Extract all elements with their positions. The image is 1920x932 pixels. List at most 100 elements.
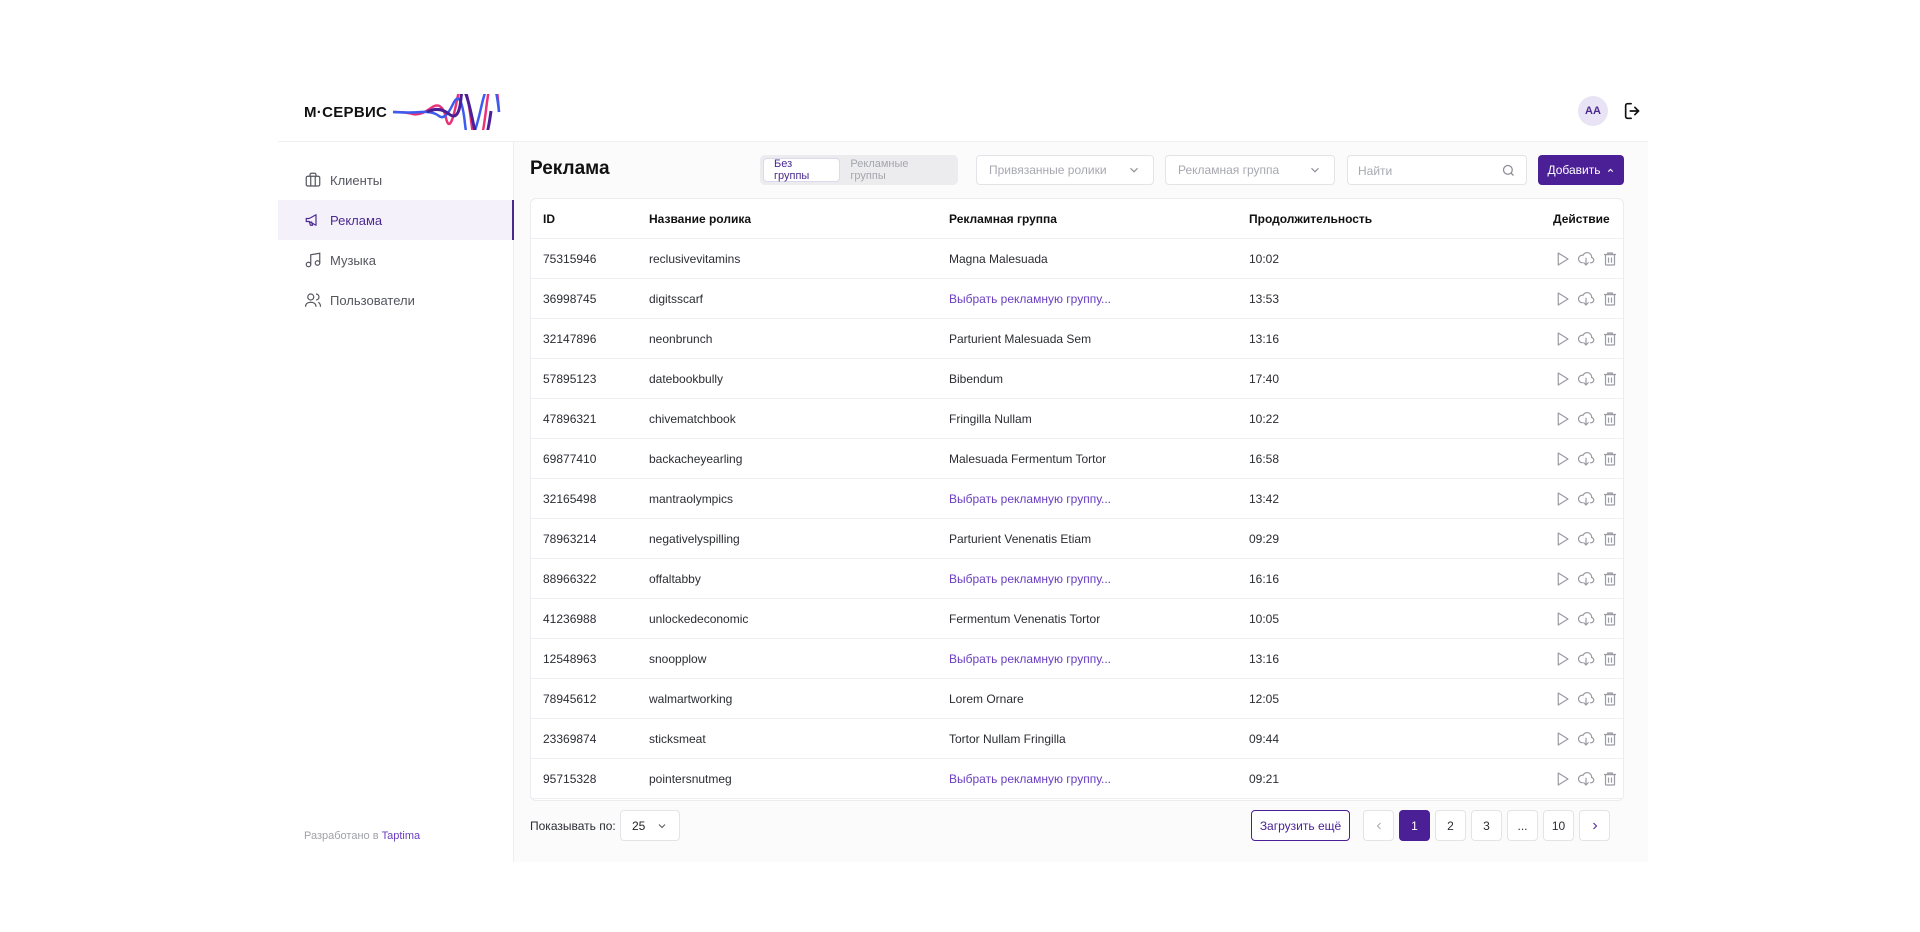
trash-icon[interactable] bbox=[1601, 330, 1619, 348]
cloud-download-icon[interactable] bbox=[1577, 570, 1595, 588]
cell-id: 23369874 bbox=[543, 732, 597, 746]
table-row[interactable]: 23369874 sticksmeat Tortor Nullam Fringill… bbox=[531, 719, 1623, 759]
sidebar-item-users[interactable]: Пользователи bbox=[278, 280, 514, 320]
cloud-download-icon[interactable] bbox=[1577, 290, 1595, 308]
cloud-download-icon[interactable] bbox=[1577, 490, 1595, 508]
page-button-10[interactable]: 10 bbox=[1543, 810, 1574, 841]
cloud-download-icon[interactable] bbox=[1577, 690, 1595, 708]
play-icon[interactable] bbox=[1553, 330, 1571, 348]
play-icon[interactable] bbox=[1553, 410, 1571, 428]
sound-wave-logo-icon bbox=[393, 94, 501, 130]
page-button-1[interactable]: 1 bbox=[1399, 810, 1430, 841]
linked-videos-placeholder: Привязанные ролики bbox=[989, 163, 1107, 177]
page-button-3[interactable]: 3 bbox=[1471, 810, 1502, 841]
play-icon[interactable] bbox=[1553, 570, 1571, 588]
row-actions bbox=[1553, 530, 1619, 548]
table-row[interactable]: 47896321 chivematchbook Fringilla Nullam 10… bbox=[531, 399, 1623, 439]
trash-icon[interactable] bbox=[1601, 610, 1619, 628]
table-row[interactable]: 88966322 offaltabby Выбрать рекламную груп… bbox=[531, 559, 1623, 599]
next-page-button[interactable] bbox=[1579, 810, 1610, 841]
trash-icon[interactable] bbox=[1601, 410, 1619, 428]
per-page-select[interactable]: 25 bbox=[620, 810, 680, 841]
play-icon[interactable] bbox=[1553, 610, 1571, 628]
cloud-download-icon[interactable] bbox=[1577, 610, 1595, 628]
column-header-duration[interactable]: Продолжительность bbox=[1249, 199, 1372, 239]
play-icon[interactable] bbox=[1553, 770, 1571, 788]
cloud-download-icon[interactable] bbox=[1577, 530, 1595, 548]
table-row[interactable]: 32165498 mantraolympics Выбрать рекламную … bbox=[531, 479, 1623, 519]
add-button[interactable]: Добавить bbox=[1538, 155, 1624, 185]
column-header-name[interactable]: Название ролика bbox=[649, 199, 751, 239]
cell-id: 57895123 bbox=[543, 372, 597, 386]
play-icon[interactable] bbox=[1553, 290, 1571, 308]
choose-ad-group-link[interactable]: Выбрать рекламную группу... bbox=[949, 559, 1111, 599]
table-row[interactable]: 69877410 backacheyearling Malesuada Fermen… bbox=[531, 439, 1623, 479]
choose-ad-group-link[interactable]: Выбрать рекламную группу... bbox=[949, 479, 1111, 519]
trash-icon[interactable] bbox=[1601, 770, 1619, 788]
table-row[interactable]: 95715328 pointersnutmeg Выбрать рекламную … bbox=[531, 759, 1623, 799]
cloud-download-icon[interactable] bbox=[1577, 410, 1595, 428]
cloud-download-icon[interactable] bbox=[1577, 370, 1595, 388]
prev-page-button[interactable] bbox=[1363, 810, 1394, 841]
table-row[interactable]: 75315946 reclusivevitamins Magna Malesuada… bbox=[531, 239, 1623, 279]
play-icon[interactable] bbox=[1553, 690, 1571, 708]
trash-icon[interactable] bbox=[1601, 530, 1619, 548]
table-row[interactable]: 12548963 snoopplow Выбрать рекламную групп… bbox=[531, 639, 1623, 679]
cloud-download-icon[interactable] bbox=[1577, 330, 1595, 348]
trash-icon[interactable] bbox=[1601, 250, 1619, 268]
ad-group-placeholder: Рекламная группа bbox=[1178, 163, 1280, 177]
linked-videos-select[interactable]: Привязанные ролики bbox=[976, 155, 1154, 185]
table-row[interactable]: 78963214 negativelyspilling Parturient Ven… bbox=[531, 519, 1623, 559]
table-row[interactable]: 32147896 neonbrunch Parturient Malesuada S… bbox=[531, 319, 1623, 359]
page-ellipsis[interactable]: ... bbox=[1507, 810, 1538, 841]
trash-icon[interactable] bbox=[1601, 730, 1619, 748]
column-header-id[interactable]: ID bbox=[543, 199, 555, 239]
trash-icon[interactable] bbox=[1601, 450, 1619, 468]
sidebar-item-clients[interactable]: Клиенты bbox=[278, 160, 514, 200]
add-button-label: Добавить bbox=[1547, 163, 1601, 177]
play-icon[interactable] bbox=[1553, 530, 1571, 548]
tab-no-group[interactable]: Без группы bbox=[763, 158, 841, 182]
sidebar-item-ads[interactable]: Реклама bbox=[278, 200, 514, 240]
logout-icon[interactable] bbox=[1622, 100, 1644, 122]
cloud-download-icon[interactable] bbox=[1577, 650, 1595, 668]
trash-icon[interactable] bbox=[1601, 370, 1619, 388]
credit-brand-link[interactable]: Taptima bbox=[382, 830, 421, 842]
cell-ad-group: Malesuada Fermentum Tortor bbox=[949, 452, 1107, 466]
play-icon[interactable] bbox=[1553, 370, 1571, 388]
trash-icon[interactable] bbox=[1601, 650, 1619, 668]
logo[interactable]: М·СЕРВИС bbox=[304, 94, 501, 130]
trash-icon[interactable] bbox=[1601, 490, 1619, 508]
developer-credit: Разработано в Taptima bbox=[304, 830, 420, 842]
sidebar-item-music[interactable]: Музыка bbox=[278, 240, 514, 280]
table-row[interactable]: 78945612 walmartworking Lorem Ornare 12:05 bbox=[531, 679, 1623, 719]
column-header-group[interactable]: Рекламная группа bbox=[949, 199, 1057, 239]
load-more-button[interactable]: Загрузить ещё bbox=[1251, 810, 1350, 841]
cloud-download-icon[interactable] bbox=[1577, 730, 1595, 748]
play-icon[interactable] bbox=[1553, 450, 1571, 468]
play-icon[interactable] bbox=[1553, 730, 1571, 748]
play-icon[interactable] bbox=[1553, 650, 1571, 668]
cloud-download-icon[interactable] bbox=[1577, 770, 1595, 788]
search-icon[interactable] bbox=[1501, 163, 1516, 178]
trash-icon[interactable] bbox=[1601, 570, 1619, 588]
choose-ad-group-link[interactable]: Выбрать рекламную группу... bbox=[949, 279, 1111, 319]
play-icon[interactable] bbox=[1553, 250, 1571, 268]
trash-icon[interactable] bbox=[1601, 690, 1619, 708]
table-row[interactable]: 57895123 datebookbully Bibendum 17:40 bbox=[531, 359, 1623, 399]
table-row[interactable]: 36998745 digitsscarf Выбрать рекламную гру… bbox=[531, 279, 1623, 319]
ad-group-select[interactable]: Рекламная группа bbox=[1165, 155, 1335, 185]
table-row[interactable]: 41236988 unlockedeconomic Fermentum Venena… bbox=[531, 599, 1623, 639]
cell-video-name: backacheyearling bbox=[649, 452, 743, 466]
choose-ad-group-link[interactable]: Выбрать рекламную группу... bbox=[949, 639, 1111, 679]
user-avatar[interactable]: АА bbox=[1578, 96, 1608, 126]
tab-ad-groups[interactable]: Рекламные группы bbox=[840, 158, 955, 182]
page-button-2[interactable]: 2 bbox=[1435, 810, 1466, 841]
search-input[interactable] bbox=[1358, 162, 1498, 180]
cloud-download-icon[interactable] bbox=[1577, 450, 1595, 468]
cloud-download-icon[interactable] bbox=[1577, 250, 1595, 268]
choose-ad-group-link[interactable]: Выбрать рекламную группу... bbox=[949, 759, 1111, 799]
cell-ad-group: Bibendum bbox=[949, 372, 1004, 386]
trash-icon[interactable] bbox=[1601, 290, 1619, 308]
play-icon[interactable] bbox=[1553, 490, 1571, 508]
